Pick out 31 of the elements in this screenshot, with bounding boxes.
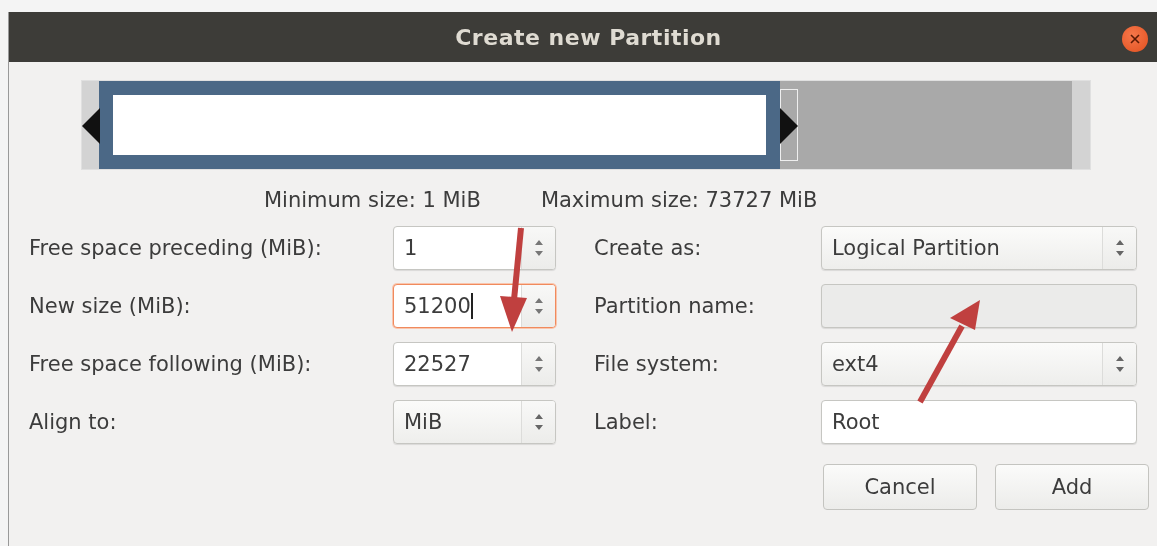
field-label: Label: (594, 410, 659, 434)
dropdown[interactable]: ext4 (821, 342, 1137, 386)
field-label: New size (MiB): (29, 294, 192, 318)
window-title: Create new Partition (455, 24, 722, 50)
spin-field[interactable]: 1 (393, 226, 556, 270)
partition-block[interactable] (99, 81, 781, 169)
dialog-button[interactable]: Add (995, 464, 1149, 510)
up-down-icon[interactable] (532, 238, 545, 258)
up-down-icon[interactable] (532, 412, 545, 432)
maximum-size-label: Maximum size: 73727 MiB (540, 188, 818, 212)
spin-field[interactable]: 22527 (393, 342, 556, 386)
minimum-size-label: Minimum size: 1 MiB (264, 188, 481, 212)
up-down-icon[interactable] (532, 354, 545, 374)
text-field[interactable]: Root (821, 400, 1137, 444)
dropdown[interactable]: MiB (393, 400, 556, 444)
field-label: Partition name: (594, 294, 756, 318)
dialog-button[interactable]: Cancel (823, 464, 977, 510)
text-cursor (470, 293, 473, 319)
up-down-icon[interactable] (1113, 238, 1126, 258)
close-button[interactable] (1122, 26, 1148, 52)
close-icon (1130, 34, 1140, 44)
field-label: Align to: (29, 410, 118, 434)
dropdown[interactable]: Logical Partition (821, 226, 1137, 270)
up-down-icon[interactable] (1113, 354, 1126, 374)
up-down-icon[interactable] (532, 296, 545, 316)
field-label: Create as: (594, 236, 703, 260)
partition-bar[interactable] (81, 80, 1091, 170)
field-label: Free space preceding (MiB): (29, 236, 323, 260)
spin-field[interactable]: 51200 (393, 284, 556, 328)
field-label: Free space following (MiB): (29, 352, 313, 376)
field-label: File system: (594, 352, 720, 376)
